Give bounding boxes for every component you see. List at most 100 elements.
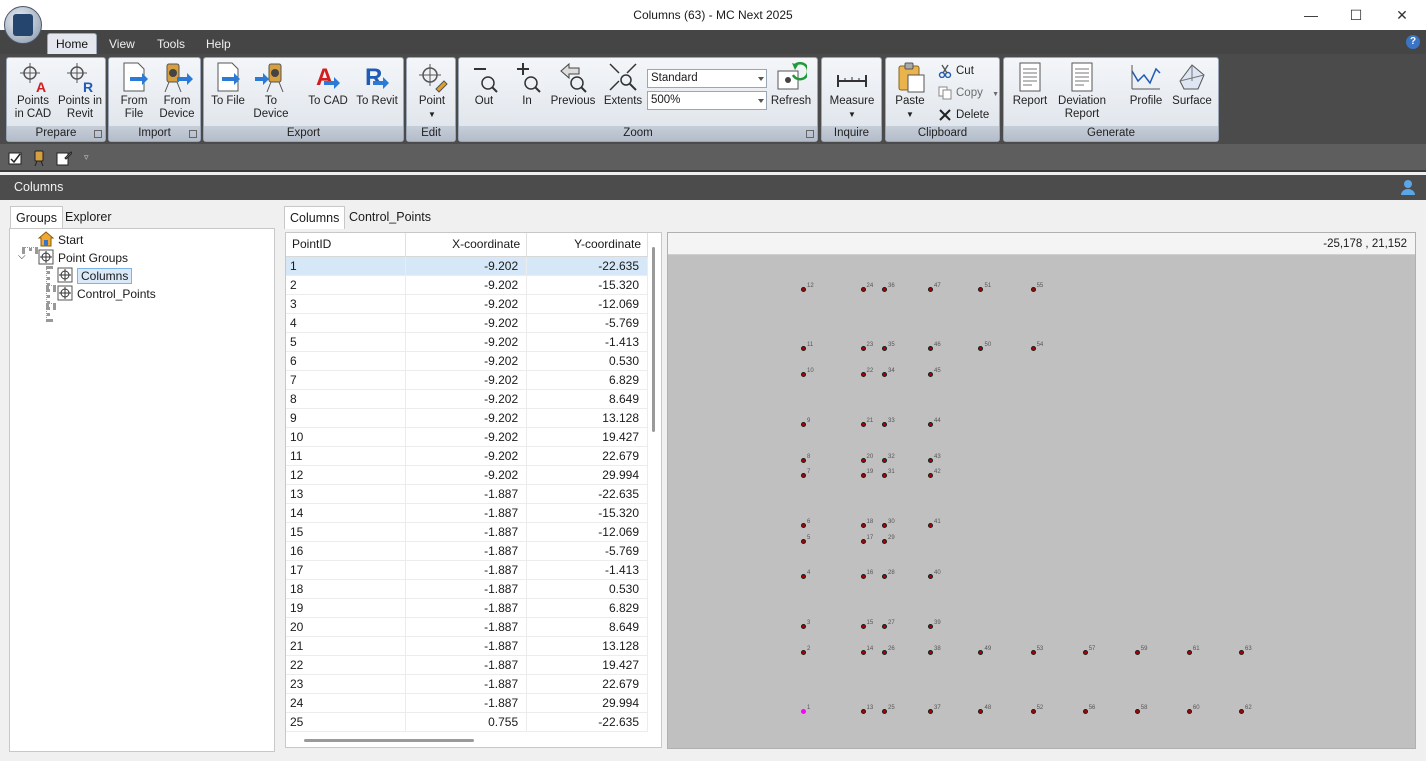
x-coordinate-cell[interactable]: -9.202 — [405, 332, 528, 352]
plot-point[interactable] — [860, 538, 866, 544]
plot-point[interactable] — [801, 624, 806, 630]
table-row[interactable]: 22 -1.887 19.427 — [286, 655, 648, 675]
y-coordinate-cell[interactable]: 29.994 — [526, 465, 648, 485]
y-coordinate-cell[interactable]: -15.320 — [526, 503, 648, 523]
plot-point[interactable] — [801, 422, 806, 428]
plot-point[interactable] — [928, 458, 933, 464]
y-coordinate-cell[interactable]: -22.635 — [526, 712, 648, 732]
plot-point[interactable] — [801, 345, 806, 351]
plot-point[interactable] — [1239, 650, 1244, 656]
table-row[interactable]: 16 -1.887 -5.769 — [286, 541, 648, 561]
user-icon[interactable] — [1400, 179, 1416, 195]
table-row[interactable]: 5 -9.202 -1.413 — [286, 332, 648, 352]
table-row[interactable]: 23 -1.887 22.679 — [286, 674, 648, 694]
plot-point[interactable] — [928, 624, 933, 630]
y-coordinate-cell[interactable]: 0.530 — [526, 351, 648, 371]
plot-point[interactable] — [801, 538, 806, 544]
device-settings-icon[interactable] — [32, 150, 48, 166]
tab-view[interactable]: View — [101, 34, 143, 54]
plot-point[interactable] — [882, 422, 888, 428]
help-icon[interactable]: ? — [1406, 35, 1420, 49]
x-coordinate-cell[interactable]: -1.887 — [405, 674, 528, 694]
plot-point[interactable] — [882, 371, 888, 377]
point-id-cell[interactable]: 16 — [286, 541, 407, 561]
plot-point[interactable] — [978, 709, 984, 714]
tab-tools[interactable]: Tools — [149, 34, 193, 54]
x-coordinate-cell[interactable]: -1.887 — [405, 598, 528, 618]
y-coordinate-cell[interactable]: 6.829 — [526, 598, 648, 618]
cut-button[interactable]: Cut — [936, 62, 974, 80]
x-coordinate-cell[interactable]: -9.202 — [405, 389, 528, 409]
plot-point[interactable] — [1186, 709, 1192, 714]
plot-point[interactable] — [882, 650, 888, 656]
plot-point[interactable] — [928, 472, 933, 478]
table-row[interactable]: 10 -9.202 19.427 — [286, 427, 648, 447]
plot-point[interactable] — [860, 458, 866, 464]
table-row[interactable]: 17 -1.887 -1.413 — [286, 560, 648, 580]
point-id-cell[interactable]: 19 — [286, 598, 407, 618]
table-row[interactable]: 4 -9.202 -5.769 — [286, 313, 648, 333]
y-coordinate-cell[interactable]: -12.069 — [526, 522, 648, 542]
point-id-cell[interactable]: 1 — [286, 256, 407, 276]
plot-point[interactable] — [882, 624, 888, 630]
delete-button[interactable]: Delete — [936, 106, 989, 124]
x-coordinate-cell[interactable]: -1.887 — [405, 655, 528, 675]
table-row[interactable]: 24 -1.887 29.994 — [286, 693, 648, 713]
plot-point[interactable] — [801, 573, 806, 579]
deviation-report-button[interactable]: Deviation Report — [1054, 61, 1110, 121]
table-row[interactable]: 14 -1.887 -15.320 — [286, 503, 648, 523]
plot-point[interactable] — [978, 287, 984, 292]
plot-point[interactable] — [1134, 650, 1140, 656]
import-launcher-icon[interactable] — [189, 130, 197, 138]
point-dropdown-icon[interactable]: ▼ — [411, 108, 453, 121]
tree-node-columns[interactable]: Columns — [57, 267, 133, 285]
point-id-cell[interactable]: 20 — [286, 617, 407, 637]
plot-point[interactable] — [928, 709, 933, 714]
table-row[interactable]: 12 -9.202 29.994 — [286, 465, 648, 485]
x-coordinate-cell[interactable]: -9.202 — [405, 408, 528, 428]
from-file-button[interactable]: From File — [113, 61, 155, 121]
plot-point[interactable] — [1134, 709, 1140, 714]
x-coordinate-cell[interactable]: -9.202 — [405, 313, 528, 333]
select-points-icon[interactable] — [8, 150, 24, 166]
point-id-cell[interactable]: 4 — [286, 313, 407, 333]
measure-dropdown-icon[interactable]: ▼ — [826, 108, 878, 121]
x-coordinate-cell[interactable]: -1.887 — [405, 503, 528, 523]
point-id-cell[interactable]: 2 — [286, 275, 407, 295]
point-id-cell[interactable]: 18 — [286, 579, 407, 599]
y-coordinate-cell[interactable]: -15.320 — [526, 275, 648, 295]
points-plot-view[interactable]: -25,178 , 21,152 12 11 10 9 8 7 6 5 4 3 2 1 24 23 22 21… — [667, 232, 1416, 749]
y-coordinate-cell[interactable]: -5.769 — [526, 313, 648, 333]
x-coordinate-cell[interactable]: -9.202 — [405, 427, 528, 447]
plot-point[interactable] — [928, 345, 933, 351]
y-coordinate-cell[interactable]: -5.769 — [526, 541, 648, 561]
table-row[interactable]: 1 -9.202 -22.635 — [286, 256, 648, 276]
table-row[interactable]: 9 -9.202 13.128 — [286, 408, 648, 428]
plot-point[interactable] — [860, 472, 866, 478]
point-id-cell[interactable]: 10 — [286, 427, 407, 447]
from-device-button[interactable]: From Device — [155, 61, 199, 121]
plot-point[interactable] — [860, 523, 866, 529]
plot-point[interactable] — [1030, 345, 1036, 351]
zoom-in-button[interactable]: In — [507, 61, 547, 108]
point-id-cell[interactable]: 5 — [286, 332, 407, 352]
table-row[interactable]: 3 -9.202 -12.069 — [286, 294, 648, 314]
copy-dropdown-icon[interactable]: ▼ — [992, 91, 999, 98]
plot-point[interactable] — [1082, 709, 1088, 714]
plot-point[interactable] — [1082, 650, 1088, 656]
y-coordinate-cell[interactable]: -22.635 — [526, 256, 648, 276]
plot-point[interactable] — [882, 472, 888, 478]
y-coordinate-cell[interactable]: 29.994 — [526, 693, 648, 713]
plot-point[interactable] — [1030, 650, 1036, 656]
point-id-cell[interactable]: 21 — [286, 636, 407, 656]
y-coordinate-cell[interactable]: 19.427 — [526, 427, 648, 447]
point-id-cell[interactable]: 13 — [286, 484, 407, 504]
column-header-y[interactable]: Y-coordinate — [526, 233, 648, 257]
table-row[interactable]: 21 -1.887 13.128 — [286, 636, 648, 656]
plot-point[interactable] — [978, 345, 984, 351]
to-device-button[interactable]: To Device — [250, 61, 292, 121]
point-id-cell[interactable]: 23 — [286, 674, 407, 694]
plot-point[interactable] — [882, 523, 888, 529]
plot-point[interactable] — [1239, 709, 1244, 714]
table-horizontal-scrollbar[interactable] — [304, 739, 474, 742]
